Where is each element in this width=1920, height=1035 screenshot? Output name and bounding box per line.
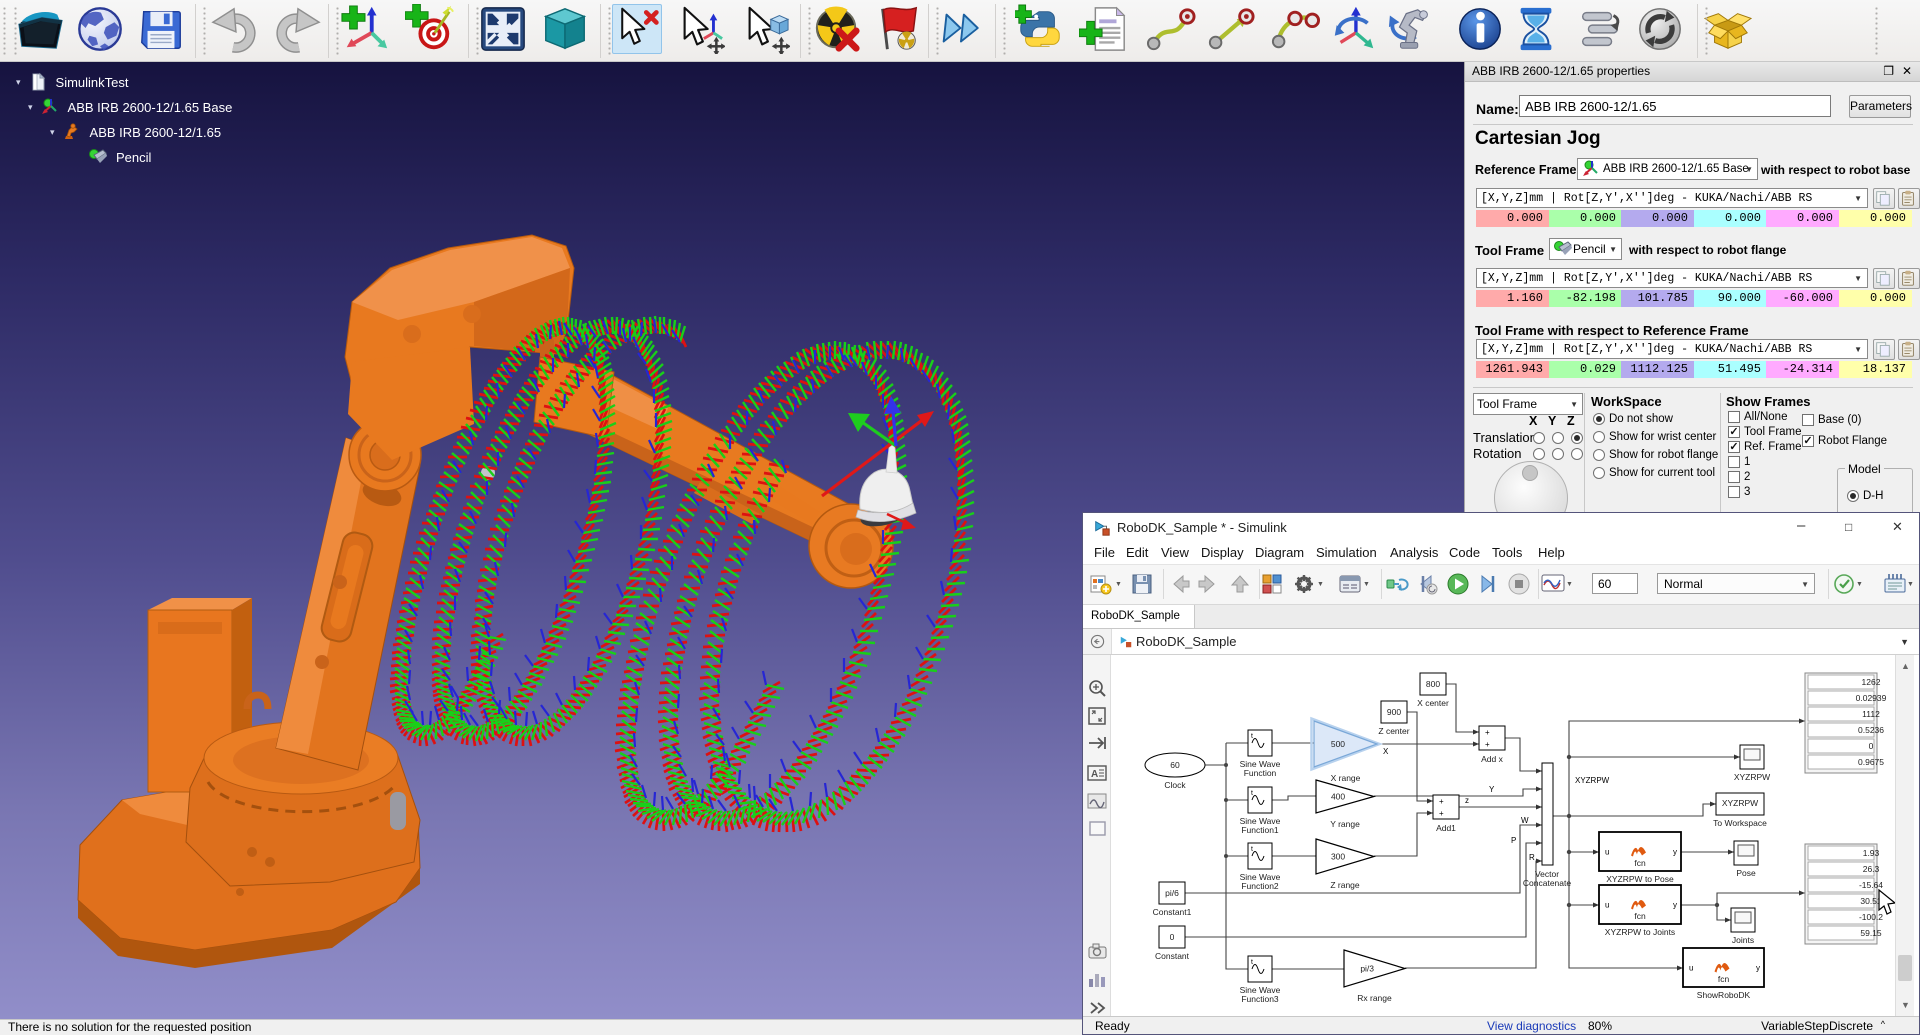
svg-text:60: 60 [1170, 760, 1180, 770]
svg-text:Constant: Constant [1155, 951, 1190, 961]
svg-text:+: + [1439, 797, 1444, 806]
svg-text:Function1: Function1 [1241, 825, 1279, 835]
svg-text:+: + [1485, 728, 1490, 737]
svg-text:W: W [1521, 816, 1529, 825]
svg-text:t: t [1251, 733, 1253, 740]
svg-text:Add1: Add1 [1436, 823, 1456, 833]
svg-text:u: u [1605, 848, 1609, 857]
svg-text:XYZRPW to Pose: XYZRPW to Pose [1606, 874, 1674, 884]
svg-text:Rx range: Rx range [1357, 993, 1392, 1003]
svg-text:500: 500 [1331, 739, 1345, 749]
svg-text:Pose: Pose [1736, 868, 1756, 878]
svg-text:-100.2: -100.2 [1859, 912, 1883, 922]
svg-text:pi/6: pi/6 [1165, 888, 1179, 898]
svg-text:1112: 1112 [1862, 709, 1880, 719]
svg-text:X center: X center [1417, 698, 1449, 708]
svg-text:Add x: Add x [1481, 754, 1503, 764]
svg-text:XYZRPW: XYZRPW [1722, 798, 1758, 808]
svg-text:Function2: Function2 [1241, 881, 1279, 891]
svg-text:+: + [1485, 740, 1490, 749]
svg-text:To Workspace: To Workspace [1713, 818, 1767, 828]
svg-text:Constant1: Constant1 [1153, 907, 1192, 917]
svg-text:900: 900 [1387, 707, 1401, 717]
svg-text:X: X [1383, 747, 1389, 756]
svg-text:Joints: Joints [1732, 935, 1754, 945]
svg-text:0.5236: 0.5236 [1858, 725, 1884, 735]
svg-text:t: t [1251, 846, 1253, 853]
svg-text:Y range: Y range [1330, 819, 1360, 829]
svg-text:y: y [1673, 848, 1677, 857]
svg-text:Function: Function [1244, 768, 1277, 778]
svg-text:XYZRPW to Joints: XYZRPW to Joints [1605, 927, 1675, 937]
svg-text:800: 800 [1426, 679, 1440, 689]
svg-text:R: R [1529, 853, 1535, 862]
svg-text:+: + [1439, 809, 1444, 818]
svg-text:u: u [1689, 964, 1693, 973]
svg-text:t: t [1251, 959, 1253, 966]
svg-text:pi/3: pi/3 [1360, 964, 1374, 974]
svg-text:Concatenate: Concatenate [1523, 878, 1571, 888]
svg-text:fcn: fcn [1718, 974, 1730, 984]
svg-text:ShowRoboDK: ShowRoboDK [1697, 990, 1751, 1000]
svg-text:59.15: 59.15 [1860, 928, 1882, 938]
svg-text:XYZRPW: XYZRPW [1575, 776, 1610, 785]
svg-text:fcn: fcn [1634, 911, 1646, 921]
svg-text:0: 0 [1170, 932, 1175, 942]
svg-text:Z range: Z range [1330, 880, 1360, 890]
svg-text:y: y [1673, 901, 1677, 910]
svg-text:Clock: Clock [1164, 780, 1186, 790]
svg-text:0.02939: 0.02939 [1856, 693, 1887, 703]
svg-text:0.9675: 0.9675 [1858, 757, 1884, 767]
svg-text:P: P [1511, 836, 1516, 845]
svg-text:fcn: fcn [1634, 858, 1646, 868]
svg-text:t: t [1251, 790, 1253, 797]
svg-text:26.3: 26.3 [1863, 864, 1880, 874]
svg-text:u: u [1605, 901, 1609, 910]
svg-text:X range: X range [1331, 773, 1361, 783]
svg-text:400: 400 [1331, 792, 1345, 802]
svg-text:300: 300 [1331, 852, 1345, 862]
svg-text:1.93: 1.93 [1863, 848, 1880, 858]
svg-text:0: 0 [1869, 741, 1874, 751]
svg-text:Function3: Function3 [1241, 994, 1279, 1004]
svg-text:y: y [1756, 964, 1760, 973]
svg-text:1262: 1262 [1862, 677, 1881, 687]
svg-text:XYZRPW: XYZRPW [1734, 772, 1770, 782]
svg-text:-15.64: -15.64 [1859, 880, 1883, 890]
svg-text:Z center: Z center [1378, 726, 1409, 736]
svg-text:Y: Y [1489, 785, 1495, 794]
svg-text:z: z [1465, 796, 1469, 805]
